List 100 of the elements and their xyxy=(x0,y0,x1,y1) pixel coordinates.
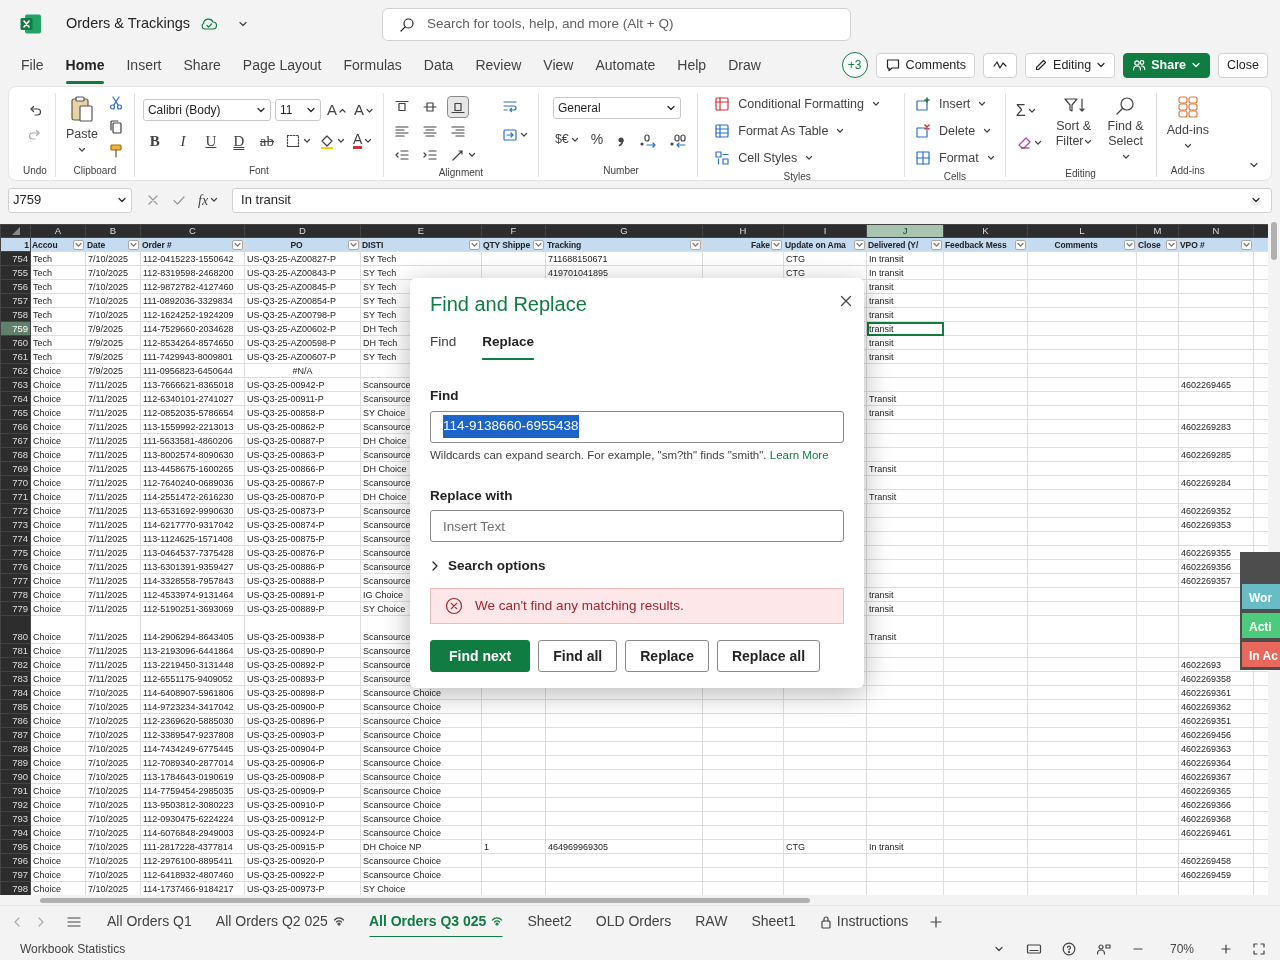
table-cell: US-Q3-25-00910-P xyxy=(244,797,361,812)
table-cell: 112-9872782-4127460 xyxy=(140,279,245,294)
table-cell: US-Q3-25-00906-P xyxy=(244,755,361,770)
table-cell: 7/11/2025 xyxy=(85,587,141,602)
group-label: Editing xyxy=(1064,167,1097,180)
table-cell: US-Q3-25-00922-P xyxy=(244,867,361,882)
table-cell: 7/11/2025 xyxy=(85,517,141,532)
table-cell: 112-6340101-2741027 xyxy=(140,391,245,406)
table-cell: 4602269459 xyxy=(1178,867,1254,882)
table-cell: Choice xyxy=(30,755,86,770)
table-cell: 4602269351 xyxy=(1178,713,1254,728)
table-cell: US-Q3-25-00863-P xyxy=(244,447,361,462)
column-title: Comments xyxy=(1053,238,1099,251)
table-cell: 111-2817228-4377814 xyxy=(140,839,245,854)
table-cell: Choice xyxy=(30,587,86,602)
table-cell: Choice xyxy=(30,489,86,504)
column-title: Date xyxy=(87,238,107,251)
table-cell: Choice xyxy=(30,699,86,714)
table-cell: 4602269366 xyxy=(1178,797,1254,812)
column-title: Feedback Mess xyxy=(945,238,1008,251)
table-cell: 113-8002574-8090630 xyxy=(140,447,245,462)
table-cell: 113-9503812-3080223 xyxy=(140,797,245,812)
column-title: QTY Shippe xyxy=(483,238,532,251)
table-cell: 4602269362 xyxy=(1178,699,1254,714)
table-cell: Choice xyxy=(30,853,86,868)
table-cell: US-Q3-25-00904-P xyxy=(244,741,361,756)
table-cell: 7/10/2025 xyxy=(85,755,141,770)
table-cell: US-Q3-25-00866-P xyxy=(244,461,361,476)
table-cell: US-Q3-25-00862-P xyxy=(244,419,361,434)
table-cell: US-Q3-25-00889-P xyxy=(244,601,361,616)
group-label: Undo xyxy=(23,164,47,177)
table-cell: 7/11/2025 xyxy=(85,503,141,518)
table-cell: 114-7434249-6775445 xyxy=(140,741,245,756)
table-cell: US-Q3-25-00887-P xyxy=(244,433,361,448)
table-cell: 7/11/2025 xyxy=(85,489,141,504)
table-cell: 4602269368 xyxy=(1178,811,1254,826)
table-cell: 7/10/2025 xyxy=(85,839,141,854)
table-cell: 112-8534264-8574650 xyxy=(140,335,245,350)
table-cell: 7/11/2025 xyxy=(85,419,141,434)
table-cell: Choice xyxy=(30,825,86,840)
table-cell: Choice xyxy=(30,601,86,616)
table-cell: 113-6301391-9359427 xyxy=(140,559,245,574)
table-cell: US-Q3-25-00875-P xyxy=(244,531,361,546)
table-cell: Scansource Choice xyxy=(360,853,482,868)
table-cell: transit xyxy=(866,587,944,602)
group-label: Cells xyxy=(942,170,967,184)
table-cell: 112-7640240-0689036 xyxy=(140,475,245,490)
table-cell: 7/10/2025 xyxy=(85,727,141,742)
table-cell: Choice xyxy=(30,839,86,854)
table-cell: 7/10/2025 xyxy=(85,769,141,784)
table-cell: 7/11/2025 xyxy=(85,643,141,658)
table-cell: Scansource Choice xyxy=(360,699,482,714)
table-cell: 112-0415223-1550642 xyxy=(140,251,245,266)
table-cell: DH Choice NP xyxy=(360,839,482,854)
table-cell: Choice xyxy=(30,713,86,728)
group-label: Alignment xyxy=(437,166,485,179)
table-cell: 7/10/2025 xyxy=(85,307,141,322)
table-cell: Choice xyxy=(30,783,86,798)
table-cell: 4602269465 xyxy=(1178,377,1254,392)
table-cell: Scansource Choice xyxy=(360,713,482,728)
table-cell: 111-0956823-6450644 xyxy=(140,363,245,378)
table-cell: Tech xyxy=(30,293,86,308)
table-cell: Choice xyxy=(30,461,86,476)
group-label: Number xyxy=(602,164,640,177)
group-label: Styles xyxy=(782,170,812,184)
table-cell: Choice xyxy=(30,545,86,560)
table-cell: Choice xyxy=(30,769,86,784)
column-title: Tracking xyxy=(547,238,583,251)
table-cell: CTG xyxy=(783,839,867,854)
table-cell: 7/10/2025 xyxy=(85,265,141,280)
table-cell: Scansource Choice xyxy=(360,755,482,770)
table-cell: US-Q3-25-AZ00854-P xyxy=(244,293,361,308)
table-cell: 112-8319598-2468200 xyxy=(140,265,245,280)
table-cell: 7/10/2025 xyxy=(85,853,141,868)
column-title: PO xyxy=(289,238,304,251)
table-cell: Choice xyxy=(30,573,86,588)
table-cell: transit xyxy=(866,335,944,350)
table-cell: 113-1784643-0190619 xyxy=(140,769,245,784)
table-cell: 7/9/2025 xyxy=(85,349,141,364)
table-cell: Choice xyxy=(30,615,86,644)
table-cell: Choice xyxy=(30,797,86,812)
table-cell: US-Q3-25-00867-P xyxy=(244,475,361,490)
table-cell: US-Q3-25-00873-P xyxy=(244,503,361,518)
table-cell: 4602269358 xyxy=(1178,671,1254,686)
table-cell: 4602269365 xyxy=(1178,783,1254,798)
table-cell: 114-6408907-5961806 xyxy=(140,685,245,700)
table-cell: 7/11/2025 xyxy=(85,475,141,490)
column-title: DISTI xyxy=(362,238,385,251)
table-cell: Choice xyxy=(30,391,86,406)
table-cell: 4602269363 xyxy=(1178,741,1254,756)
table-cell: Choice xyxy=(30,419,86,434)
table-cell: 7/9/2025 xyxy=(85,335,141,350)
table-cell: transit xyxy=(866,293,944,308)
table-cell: Tech xyxy=(30,279,86,294)
table-cell: 7/11/2025 xyxy=(85,377,141,392)
table-cell: 7/11/2025 xyxy=(85,447,141,462)
table-cell: 114-2906294-8643405 xyxy=(140,615,245,644)
table-cell: 114-6217770-9317042 xyxy=(140,517,245,532)
table-cell: 7/10/2025 xyxy=(85,825,141,840)
table-cell: US-Q3-25-00924-P xyxy=(244,825,361,840)
